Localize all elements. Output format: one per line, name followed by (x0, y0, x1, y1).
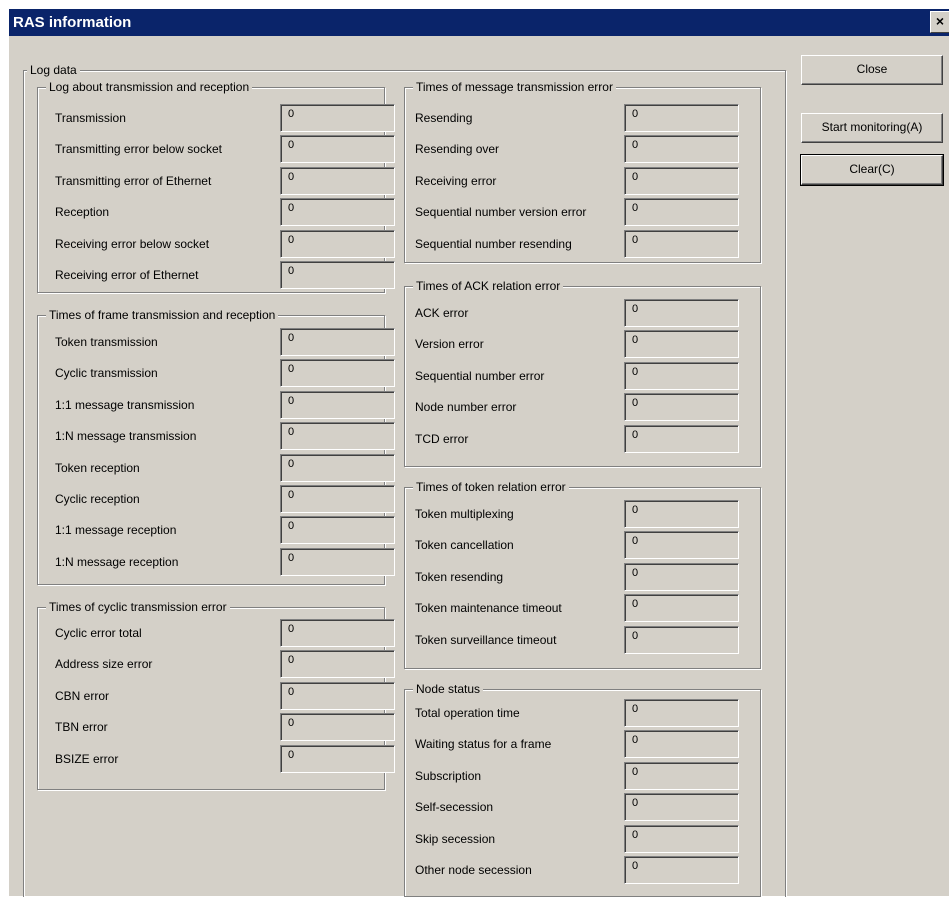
title-bar[interactable]: RAS information × (9, 9, 949, 36)
counter-value-field[interactable]: 0 (624, 793, 739, 822)
counter-value-field[interactable]: 0 (280, 422, 395, 451)
counter-value-field[interactable]: 0 (280, 453, 395, 482)
group-label: Times of ACK relation error (413, 279, 564, 293)
counter-value-field[interactable]: 0 (624, 761, 739, 790)
counter-value-field[interactable]: 0 (624, 824, 739, 853)
counter-value-field[interactable]: 0 (624, 730, 739, 759)
counter-value-field[interactable]: 0 (280, 619, 395, 647)
counter-label: Sequential number error (415, 368, 545, 383)
counter-value-field[interactable]: 0 (624, 299, 739, 327)
counter-label: Address size error (55, 657, 153, 672)
counter-label: Token reception (55, 460, 140, 475)
counter-value-field[interactable]: 0 (280, 261, 395, 289)
counter-label: Transmitting error below socket (55, 142, 222, 157)
counter-label: Receiving error below socket (55, 236, 210, 251)
counter-label: 1:N message reception (55, 554, 179, 569)
counter-value-field[interactable]: 0 (280, 713, 395, 742)
counter-value-field[interactable]: 0 (624, 500, 739, 528)
counter-value-field[interactable]: 0 (624, 135, 739, 164)
counter-value-field[interactable]: 0 (624, 104, 739, 132)
counter-label: TCD error (415, 431, 469, 446)
counter-label: Transmission (55, 111, 126, 125)
counter-label: Self-secession (415, 800, 494, 815)
counter-value-field[interactable]: 0 (624, 166, 739, 195)
close-button[interactable]: Close (801, 55, 943, 85)
counter-label: Token multiplexing (415, 507, 514, 521)
counter-value-field[interactable]: 0 (624, 229, 739, 258)
counter-label: Waiting status for a frame (415, 737, 552, 752)
counter-value-field[interactable]: 0 (280, 744, 395, 773)
counter-value-field[interactable]: 0 (624, 198, 739, 227)
counter-value-field[interactable]: 0 (624, 361, 739, 390)
counter-value-field[interactable]: 0 (280, 547, 395, 576)
counter-value-field[interactable]: 0 (624, 393, 739, 422)
counter-label: Other node secession (415, 863, 532, 877)
counter-value-field[interactable]: 0 (624, 594, 739, 623)
counter-label: Transmitting error of Ethernet (55, 173, 212, 188)
ras-information-window: RAS information × Log data Log about tra… (8, 8, 949, 897)
counter-label: Token surveillance timeout (415, 632, 557, 647)
counter-label: Cyclic transmission (55, 366, 158, 381)
counter-value-field[interactable]: 0 (624, 330, 739, 359)
counter-label: Cyclic reception (55, 492, 140, 506)
counter-label: Sequential number version error (415, 205, 587, 220)
counter-label: Token transmission (55, 335, 158, 349)
counter-value-field[interactable]: 0 (280, 681, 395, 710)
counter-label: CBN error (55, 688, 110, 703)
counter-value-field[interactable]: 0 (280, 390, 395, 419)
group-label: Times of token relation error (413, 480, 569, 494)
group-label: Node status (413, 682, 484, 696)
window-title: RAS information (13, 14, 132, 31)
counter-label: 1:1 message reception (55, 523, 177, 538)
counter-value-field[interactable]: 0 (624, 699, 739, 727)
counter-value-field[interactable]: 0 (280, 104, 395, 132)
log-data-label: Log data (27, 63, 80, 77)
counter-value-field[interactable]: 0 (624, 531, 739, 560)
counter-label: 1:N message transmission (55, 429, 197, 444)
counter-value-field[interactable]: 0 (280, 485, 395, 513)
group-label: Times of message transmission error (413, 80, 616, 94)
counter-label: Total operation time (415, 706, 520, 720)
counter-value-field[interactable]: 0 (280, 650, 395, 679)
counter-label: Version error (415, 337, 484, 352)
group-label: Times of cyclic transmission error (46, 600, 230, 614)
counter-label: Resending over (415, 142, 500, 157)
counter-label: Cyclic error total (55, 626, 142, 640)
counter-label: Resending (415, 111, 473, 125)
group-label: Times of frame transmission and receptio… (46, 308, 279, 322)
counter-label: BSIZE error (55, 751, 119, 766)
counter-label: Token maintenance timeout (415, 601, 562, 616)
counter-label: Token resending (415, 569, 504, 584)
group-label: Log about transmission and reception (46, 80, 253, 94)
start-monitoring-button[interactable]: Start monitoring(A) (801, 113, 943, 143)
counter-value-field[interactable]: 0 (280, 198, 395, 227)
counter-label: Token cancellation (415, 538, 514, 553)
counter-label: 1:1 message transmission (55, 397, 195, 412)
counter-label: Subscription (415, 768, 482, 783)
counter-label: Reception (55, 205, 110, 220)
clear-button[interactable]: Clear(C) (800, 154, 944, 186)
close-icon[interactable]: × (930, 11, 949, 33)
counter-label: Receiving error (415, 173, 497, 188)
counter-value-field[interactable]: 0 (280, 359, 395, 388)
counter-value-field[interactable]: 0 (280, 229, 395, 258)
counter-label: Receiving error of Ethernet (55, 268, 199, 282)
counter-label: TBN error (55, 720, 108, 735)
counter-label: Node number error (415, 400, 517, 415)
counter-value-field[interactable]: 0 (280, 135, 395, 164)
counter-value-field[interactable]: 0 (280, 516, 395, 545)
counter-label: ACK error (415, 306, 469, 320)
counter-value-field[interactable]: 0 (624, 856, 739, 884)
counter-value-field[interactable]: 0 (624, 625, 739, 654)
counter-value-field[interactable]: 0 (624, 562, 739, 591)
counter-value-field[interactable]: 0 (280, 328, 395, 356)
counter-label: Skip secession (415, 831, 496, 846)
counter-value-field[interactable]: 0 (624, 424, 739, 453)
counter-label: Sequential number resending (415, 236, 572, 251)
counter-value-field[interactable]: 0 (280, 166, 395, 195)
